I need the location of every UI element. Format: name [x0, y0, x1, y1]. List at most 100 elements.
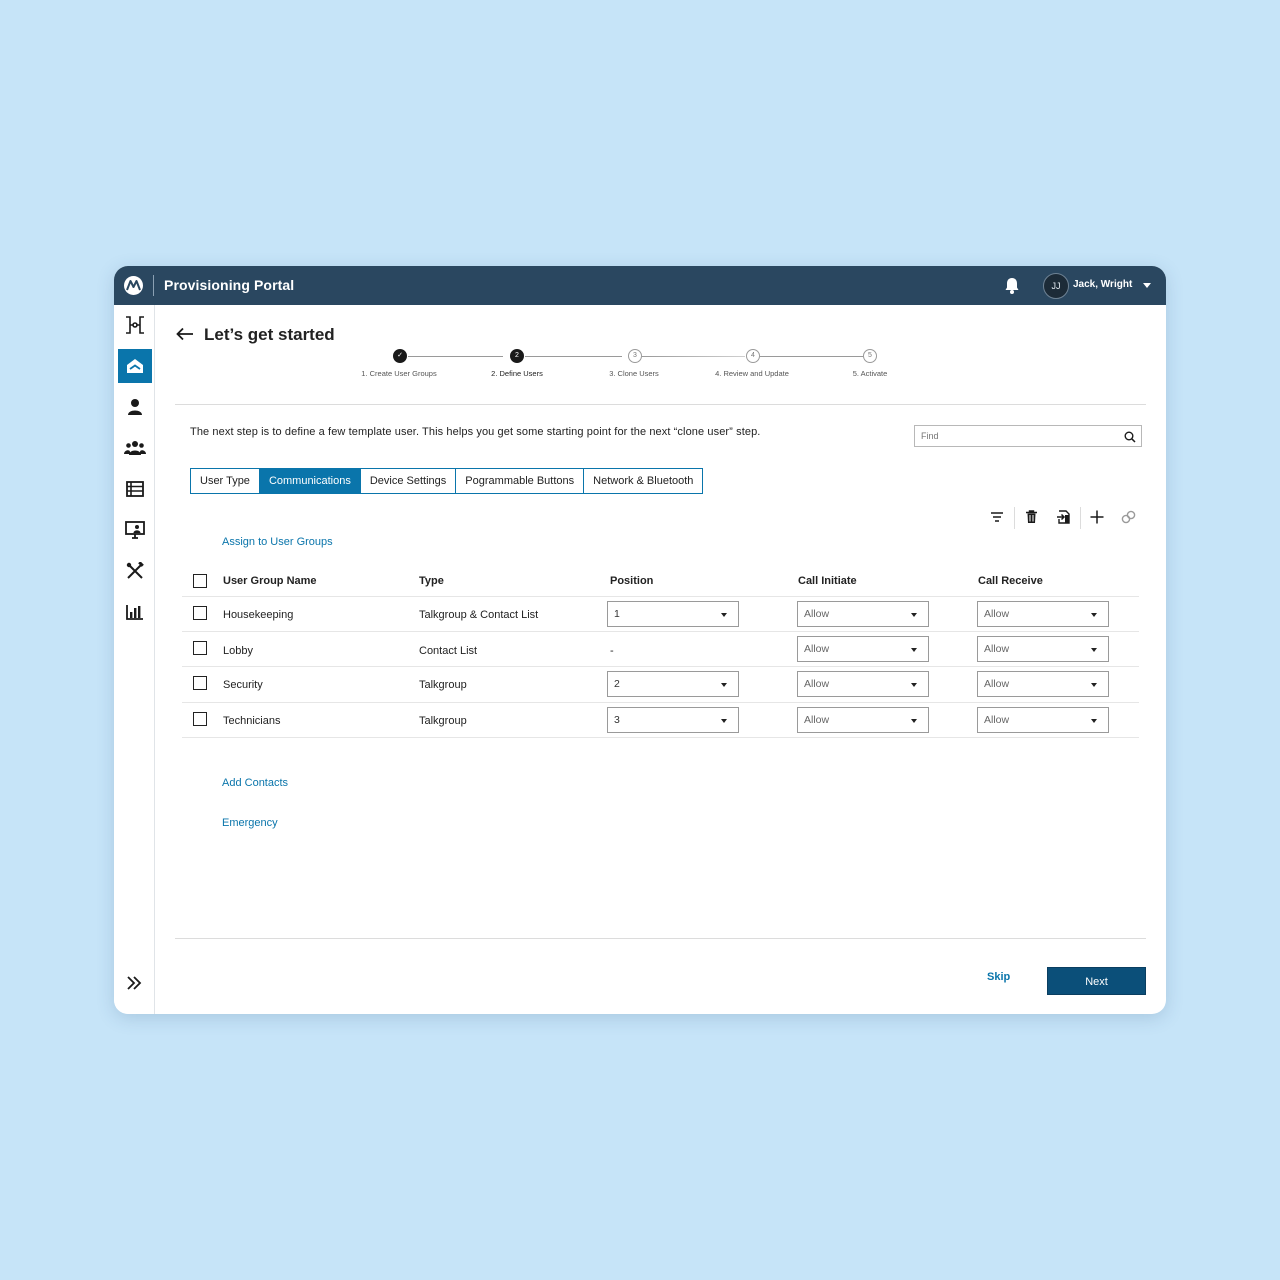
filter-icon[interactable]	[990, 510, 1004, 528]
caret-down-icon	[1091, 683, 1097, 687]
call-initiate-value: Allow	[804, 714, 830, 726]
caret-down-icon	[721, 613, 727, 617]
header-user-group-name[interactable]: User Group Name	[223, 575, 317, 587]
double-chevron-right-icon	[127, 976, 142, 990]
top-bar: Provisioning Portal JJ Jack, Wright	[114, 266, 1166, 305]
notification-bell-icon[interactable]	[1003, 276, 1021, 300]
call-receive-value: Allow	[984, 714, 1010, 726]
sidebar-item-reports[interactable]	[118, 595, 152, 629]
row-type: Contact List	[419, 645, 478, 657]
header-call-initiate[interactable]: Call Initiate	[798, 575, 857, 587]
step-1-label: 1. Create User Groups	[361, 369, 437, 378]
row-divider	[182, 631, 1139, 632]
caret-down-icon	[911, 683, 917, 687]
tab-programmable-buttons[interactable]: Pogrammable Buttons	[456, 469, 585, 493]
user-name[interactable]: Jack, Wright	[1073, 279, 1132, 290]
call-receive-select[interactable]: Allow	[977, 707, 1109, 733]
step-connector	[408, 356, 503, 357]
header-type[interactable]: Type	[419, 575, 444, 587]
row-divider	[182, 666, 1139, 667]
plus-icon[interactable]	[1090, 510, 1104, 529]
sidebar-item-groups[interactable]	[118, 431, 152, 465]
divider	[175, 404, 1146, 405]
find-input[interactable]	[914, 425, 1142, 447]
sidebar-item-monitor[interactable]	[118, 513, 152, 547]
add-contacts-link[interactable]: Add Contacts	[222, 777, 288, 789]
sidebar-item-list[interactable]	[118, 472, 152, 506]
row-name: Technicians	[223, 715, 281, 727]
row-divider	[182, 737, 1139, 738]
app-window: Provisioning Portal JJ Jack, Wright Let’…	[114, 266, 1166, 1014]
position-select[interactable]: 1	[607, 601, 739, 627]
caret-down-icon	[721, 719, 727, 723]
call-initiate-select[interactable]: Allow	[797, 671, 929, 697]
sidebar-item-organization[interactable]	[118, 308, 152, 342]
tab-device-settings[interactable]: Device Settings	[360, 469, 457, 493]
step-5-label: 5. Activate	[852, 369, 888, 378]
row-divider	[182, 596, 1139, 597]
call-initiate-select[interactable]: Allow	[797, 636, 929, 662]
tab-network-bluetooth[interactable]: Network & Bluetooth	[584, 469, 703, 493]
select-all-checkbox[interactable]	[193, 574, 207, 588]
call-receive-select[interactable]: Allow	[977, 636, 1109, 662]
sidebar	[114, 305, 155, 1014]
toolbar-divider	[1080, 507, 1081, 529]
call-receive-select[interactable]: Allow	[977, 601, 1109, 627]
row-checkbox[interactable]	[193, 606, 207, 620]
trash-icon[interactable]	[1025, 510, 1038, 529]
motorola-logo-icon[interactable]	[124, 276, 143, 295]
caret-down-icon	[911, 719, 917, 723]
bar-chart-icon	[126, 605, 143, 620]
step-connector	[642, 356, 745, 357]
caret-down-icon	[911, 648, 917, 652]
tab-communications[interactable]: Communications	[259, 469, 361, 493]
step-connector	[525, 356, 622, 357]
call-initiate-select[interactable]: Allow	[797, 707, 929, 733]
link-icon[interactable]	[1121, 510, 1136, 529]
emergency-link[interactable]: Emergency	[222, 817, 278, 829]
step-connector	[760, 356, 863, 357]
row-checkbox[interactable]	[193, 641, 207, 655]
step-3-label: 3. Clone Users	[609, 369, 659, 378]
row-name: Lobby	[223, 645, 253, 657]
position-select[interactable]: 2	[607, 671, 739, 697]
group-icon	[124, 441, 146, 455]
expand-sidebar-button[interactable]	[125, 975, 143, 996]
row-type: Talkgroup	[419, 679, 467, 691]
step-2-label: 2. Define Users	[491, 369, 543, 378]
call-receive-select[interactable]: Allow	[977, 671, 1109, 697]
intro-text: The next step is to define a few templat…	[190, 426, 761, 438]
tools-icon	[126, 562, 144, 579]
caret-down-icon	[1091, 613, 1097, 617]
call-receive-value: Allow	[984, 608, 1010, 620]
search-icon[interactable]	[1124, 430, 1136, 448]
position-select[interactable]: 3	[607, 707, 739, 733]
import-icon[interactable]	[1056, 510, 1070, 529]
app-title: Provisioning Portal	[164, 277, 295, 293]
call-initiate-value: Allow	[804, 643, 830, 655]
step-5-circle: 5	[863, 349, 877, 363]
row-name: Housekeeping	[223, 609, 294, 621]
org-chart-icon	[126, 316, 144, 334]
call-initiate-select[interactable]: Allow	[797, 601, 929, 627]
call-receive-value: Allow	[984, 678, 1010, 690]
step-3-circle: 3	[628, 349, 642, 363]
skip-button[interactable]: Skip	[987, 971, 1010, 983]
sidebar-item-tools[interactable]	[118, 554, 152, 588]
header-position[interactable]: Position	[610, 575, 653, 587]
header-call-receive[interactable]: Call Receive	[978, 575, 1043, 587]
user-avatar[interactable]: JJ	[1043, 273, 1069, 299]
user-menu-caret-icon[interactable]	[1143, 283, 1151, 288]
caret-down-icon	[1091, 719, 1097, 723]
user-icon	[128, 399, 142, 415]
sidebar-item-home[interactable]	[118, 349, 152, 383]
assign-user-groups-link[interactable]: Assign to User Groups	[222, 536, 333, 548]
sidebar-item-user[interactable]	[118, 390, 152, 424]
caret-down-icon	[721, 683, 727, 687]
row-checkbox[interactable]	[193, 712, 207, 726]
call-initiate-value: Allow	[804, 608, 830, 620]
row-checkbox[interactable]	[193, 676, 207, 690]
footer-divider	[175, 938, 1146, 939]
tab-user-type[interactable]: User Type	[191, 469, 260, 493]
next-button[interactable]: Next	[1047, 967, 1146, 995]
